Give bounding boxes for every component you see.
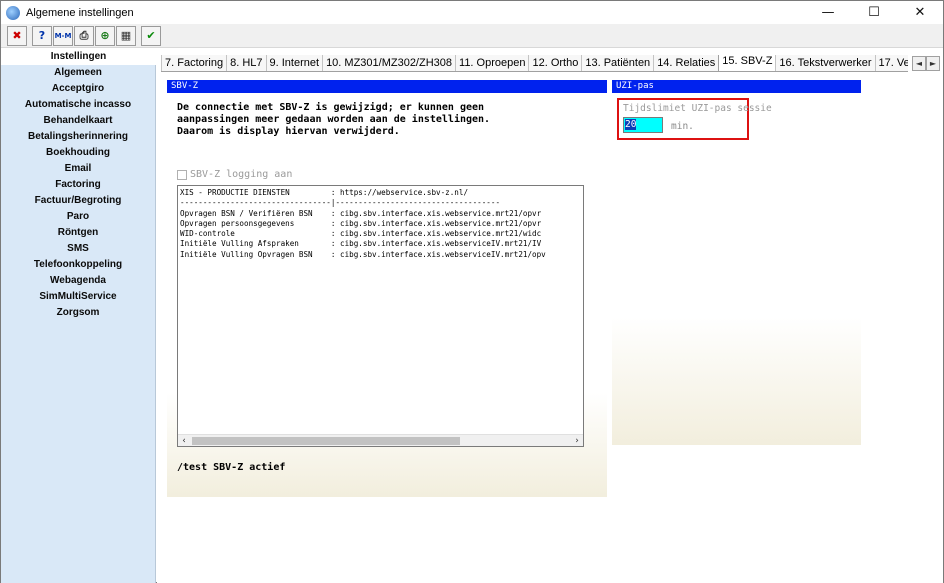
uzi-timeout-value: 20 [625,119,637,130]
settings-window: Algemene instellingen — ☐ ✕ ✖ ? M-M ⎙ ⊕ … [0,0,944,583]
tab-tekstverwerker[interactable]: 16. Tekstverwerker [775,55,876,71]
log-line: WID-controle : cibg.sbv.interface.xis.we… [180,229,542,239]
sidebar-item-algemeen[interactable]: Algemeen [1,65,155,81]
sbvz-panel-header: SBV-Z [167,80,607,93]
sidebar-item-factuur-begroting[interactable]: Factuur/Begroting [1,193,155,209]
sidebar-item-sms[interactable]: SMS [1,241,155,257]
ok-check-icon[interactable]: ✔ [141,25,161,46]
sidebar-item-automatische-incasso[interactable]: Automatische incasso [1,97,155,113]
calculator-icon[interactable]: ▦ [116,25,136,46]
tab-scroll-right-icon[interactable]: ► [926,56,940,71]
sbvz-message: De connectie met SBV-Z is gewijzigd; er … [177,102,507,138]
tab-strip: 7. Factoring 8. HL7 9. Internet 10. MZ30… [161,55,908,72]
toolbar: ✖ ? M-M ⎙ ⊕ ▦ ✔ [1,24,943,48]
sidebar-item-simmultiservice[interactable]: SimMultiService [1,289,155,305]
sidebar-item-boekhouding[interactable]: Boekhouding [1,145,155,161]
close-button[interactable]: ✕ [897,1,943,24]
sidebar-item-paro[interactable]: Paro [1,209,155,225]
main-content: 7. Factoring 8. HL7 9. Internet 10. MZ30… [157,49,943,583]
uzi-panel: UZI-pas Tijdslimiet UZI-pas sessie 20 mi… [612,80,861,445]
tab-scroll-left-icon[interactable]: ◄ [912,56,926,71]
sidebar-item-factoring[interactable]: Factoring [1,177,155,193]
help-icon[interactable]: ? [32,25,52,46]
print-icon[interactable]: ⎙ [74,25,94,46]
maximize-button[interactable]: ☐ [851,1,897,24]
log-line: Opvragen BSN / Verifiëren BSN : cibg.sbv… [180,208,542,218]
sbvz-services-textarea[interactable]: XIS - PRODUCTIE DIENSTEN : https://webse… [177,185,584,447]
tab-hl7[interactable]: 8. HL7 [226,55,267,71]
m-m-icon[interactable]: M-M [53,25,73,46]
sidebar-item-acceptgiro[interactable]: Acceptgiro [1,81,155,97]
tab-ortho[interactable]: 12. Ortho [528,55,583,71]
sidebar-item-instellingen[interactable]: Instellingen [1,49,156,65]
tab-scroll-controls: ◄ ► [912,56,940,71]
uzi-timeout-unit: min. [671,121,694,132]
sidebar-item-email[interactable]: Email [1,161,155,177]
sidebar-item-telefoonkoppeling[interactable]: Telefoonkoppeling [1,257,155,273]
sidebar-item-betalingsherinnering[interactable]: Betalingsherinnering [1,129,155,145]
log-line: ---------------------------------|------… [180,198,501,208]
log-line: Initiële Vulling Opvragen BSN : cibg.sbv… [180,249,546,259]
uzi-timeout-label: Tijdslimiet UZI-pas sessie [623,103,772,114]
close-x-icon[interactable]: ✖ [7,25,27,46]
sbvz-panel: SBV-Z De connectie met SBV-Z is gewijzig… [167,80,607,497]
log-line: XIS - PRODUCTIE DIENSTEN : https://webse… [180,188,469,197]
tab-internet[interactable]: 9. Internet [265,55,324,71]
tab-oproepen[interactable]: 11. Oproepen [455,55,530,71]
tab-relaties[interactable]: 14. Relaties [653,55,720,71]
sbvz-services-lines: XIS - PRODUCTIE DIENSTEN : https://webse… [180,188,546,260]
window-controls: — ☐ ✕ [805,1,943,24]
tab-mz301[interactable]: 10. MZ301/MZ302/ZH308 [322,55,457,71]
scroll-thumb[interactable] [192,437,460,445]
app-icon [6,5,20,20]
sbvz-status: /test SBV-Z actief [177,462,286,473]
scroll-left-icon[interactable]: ‹ [178,435,190,446]
sidebar-item-webagenda[interactable]: Webagenda [1,273,155,289]
tab-sbv-z[interactable]: 15. SBV-Z [718,55,777,71]
sidebar-item-rontgen[interactable]: Röntgen [1,225,155,241]
tab-factoring[interactable]: 7. Factoring [161,55,228,71]
sidebar-item-zorgsom[interactable]: Zorgsom [1,305,155,321]
uzi-timeout-input[interactable]: 20 [623,117,663,133]
sbvz-message-line: aanpassingen meer gedaan worden aan de i… [177,114,491,125]
title-bar: Algemene instellingen — ☐ ✕ [1,1,943,24]
uzi-panel-header: UZI-pas [612,80,861,93]
scroll-right-icon[interactable]: › [571,435,583,446]
tab-verw[interactable]: 17. Verw [874,55,908,71]
sbvz-message-line: De connectie met SBV-Z is gewijzigd; er … [177,102,485,113]
sbvz-message-line: Daarom is display hiervan verwijderd. [177,126,400,137]
window-title: Algemene instellingen [26,6,134,19]
minimize-button[interactable]: — [805,1,851,24]
horizontal-scrollbar[interactable]: ‹ › [178,434,583,446]
sidebar-item-behandelkaart[interactable]: Behandelkaart [1,113,155,129]
sbvz-logging-checkbox[interactable] [177,169,187,180]
settings-sidebar: Instellingen Algemeen Acceptgiro Automat… [1,49,156,583]
log-line: Initiële Vulling Afspraken : cibg.sbv.in… [180,239,542,249]
log-line: Opvragen persoonsgegevens : cibg.sbv.int… [180,218,542,228]
export-icon[interactable]: ⊕ [95,25,115,46]
uzi-timeout-highlight: Tijdslimiet UZI-pas sessie 20 min. [617,98,772,140]
sbvz-logging-row: SBV-Z logging aan [177,169,292,180]
tab-patienten[interactable]: 13. Patiënten [581,55,655,71]
sbvz-logging-label: SBV-Z logging aan [190,169,293,180]
